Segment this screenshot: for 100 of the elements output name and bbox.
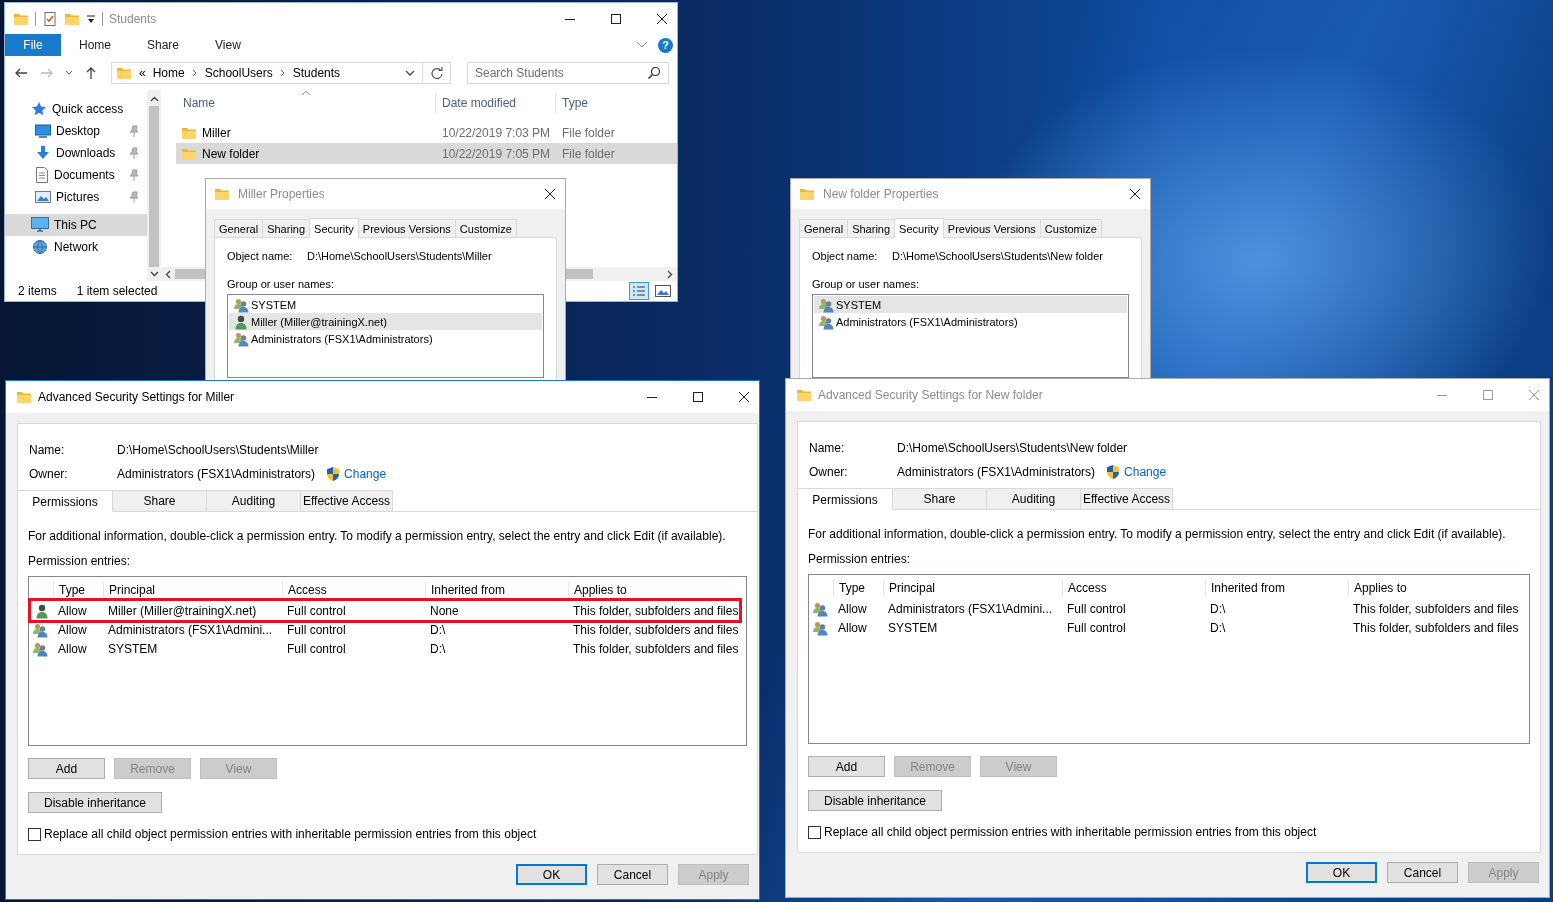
address-bar[interactable]: « Home SchoolUsers Students (111, 62, 451, 84)
tab[interactable]: Effective Access (300, 490, 393, 511)
list-item[interactable]: Miller (Miller@trainingX.net) (229, 313, 542, 330)
maximize-icon[interactable] (611, 13, 621, 24)
change-link[interactable]: Change (344, 467, 387, 481)
checkbox[interactable] (28, 827, 41, 841)
permission-table[interactable]: Type Principal Access Inherited from Applies to Allow Administrators (FSX1\Admini... Full control D:\ This folder, subfolders and files Allow SYSTEM Full control D:\ This folder, subfolders and files (808, 574, 1530, 744)
ribbon-tab[interactable]: Share (129, 34, 198, 56)
table-row[interactable]: Allow SYSTEM Full control D:\ This folder, subfolders and files (809, 618, 1529, 637)
column-header[interactable]: Name (179, 93, 436, 113)
pin-icon[interactable] (129, 169, 139, 181)
file-tab[interactable]: File (5, 34, 61, 56)
list-item[interactable]: SYSTEM (229, 296, 542, 313)
table-row[interactable]: Allow Administrators (FSX1\Admini... Full control D:\ This folder, subfolders and files (29, 620, 746, 639)
column-header[interactable]: Access (282, 581, 425, 599)
tab[interactable]: Customize (454, 219, 517, 237)
tab[interactable]: Security (894, 218, 944, 238)
list-box[interactable]: SYSTEM Administrators (FSX1\Administrators) (812, 294, 1129, 378)
nav-item[interactable]: Downloads (5, 142, 147, 164)
search-field[interactable]: Search Students (467, 62, 669, 84)
tab[interactable]: Permissions (18, 490, 113, 512)
scroll-up-icon[interactable] (149, 96, 159, 102)
breadcrumb-item[interactable]: Students (292, 66, 341, 80)
nav-item[interactable]: This PC (5, 214, 147, 236)
dialog-button[interactable]: OK (516, 864, 587, 885)
change-link[interactable]: Change (1124, 465, 1167, 479)
column-header[interactable]: Type (833, 579, 883, 597)
dialog-button[interactable]: Cancel (597, 864, 668, 885)
recent-dropdown-icon[interactable] (65, 70, 73, 76)
chevron-right-icon[interactable] (279, 69, 286, 77)
expand-ribbon-icon[interactable] (636, 41, 648, 49)
column-header[interactable]: Inherited from (425, 581, 568, 599)
dialog-button[interactable]: Cancel (1387, 862, 1458, 883)
permission-table[interactable] (28, 576, 747, 746)
close-icon[interactable] (1130, 189, 1140, 199)
inheritance-button[interactable]: Disable inheritance (808, 790, 942, 811)
ribbon-tab[interactable]: Home (61, 34, 129, 56)
scrollbar[interactable] (147, 90, 161, 281)
tab[interactable]: Share (892, 488, 987, 509)
table-row[interactable]: Allow SYSTEM Full control D:\ This folder, subfolders and files (29, 639, 746, 658)
refresh-icon[interactable] (430, 66, 444, 80)
column-header[interactable]: Access (1062, 579, 1205, 597)
column-header[interactable]: Type (53, 581, 103, 599)
nav-item[interactable]: Quick access (5, 98, 147, 120)
column-header[interactable]: Applies to (568, 581, 746, 599)
tab[interactable]: Share (112, 490, 207, 511)
list-item[interactable]: Administrators (FSX1\Administrators) (229, 330, 542, 347)
column-header[interactable]: Inherited from (1205, 579, 1348, 597)
file-row[interactable]: Miller 10/22/2019 7:03 PM File folder (176, 122, 677, 143)
column-header[interactable]: Principal (883, 579, 1062, 597)
column-header[interactable]: Date modified (436, 93, 556, 113)
tab[interactable]: Auditing (986, 488, 1081, 509)
list-item[interactable]: SYSTEM (814, 296, 1127, 313)
column-header[interactable]: Applies to (1348, 579, 1529, 597)
table-row[interactable]: Allow Miller (Miller@trainingX.net) Full control None This folder, subfolders and files (28, 598, 742, 623)
column-header[interactable]: Principal (103, 581, 282, 599)
help-button[interactable]: ? (658, 37, 673, 53)
close-icon[interactable] (739, 392, 749, 402)
close-icon[interactable] (657, 13, 667, 24)
breadcrumb-item[interactable]: Home (152, 66, 185, 80)
details-view-icon[interactable] (629, 282, 649, 300)
action-button[interactable]: Add (28, 758, 105, 779)
dropdown-icon[interactable] (405, 69, 415, 77)
nav-item[interactable]: Documents (5, 164, 147, 186)
pin-icon[interactable] (129, 191, 139, 203)
nav-item[interactable]: Desktop (5, 120, 147, 142)
tab[interactable]: Permissions (798, 488, 893, 510)
breadcrumb-overflow[interactable]: « (139, 66, 146, 80)
close-icon[interactable] (545, 189, 555, 199)
large-icons-view-icon[interactable] (655, 284, 671, 298)
checkbox[interactable] (808, 825, 821, 839)
dropdown-icon[interactable] (86, 12, 96, 25)
file-row[interactable]: New folder 10/22/2019 7:05 PM File folder (176, 143, 677, 164)
inheritance-button[interactable]: Disable inheritance (28, 792, 162, 813)
list-box[interactable]: SYSTEM Miller (Miller@trainingX.net) Administrators (FSX1\Administrators) (227, 294, 544, 378)
nav-item[interactable]: Network (5, 236, 147, 258)
column-header[interactable]: Type (556, 93, 677, 113)
checklist-icon[interactable] (42, 10, 58, 27)
action-button[interactable]: Add (808, 756, 885, 777)
scrollbar-thumb[interactable] (149, 106, 159, 267)
maximize-icon[interactable] (693, 392, 703, 402)
tab[interactable]: General (214, 219, 264, 237)
breadcrumb-item[interactable]: SchoolUsers (204, 66, 273, 80)
chevron-right-icon[interactable] (191, 69, 198, 77)
pin-icon[interactable] (129, 125, 139, 137)
tab[interactable]: Effective Access (1080, 488, 1173, 509)
search-icon[interactable] (647, 66, 661, 80)
scroll-down-icon[interactable] (149, 271, 159, 277)
tab[interactable]: Security (309, 218, 359, 238)
ribbon-tab[interactable]: View (197, 34, 259, 56)
tab[interactable]: Customize (1039, 219, 1102, 237)
table-row[interactable]: Allow Administrators (FSX1\Admini... Full control D:\ This folder, subfolders and files (809, 599, 1529, 618)
scroll-left-icon[interactable] (165, 269, 171, 279)
nav-item[interactable]: Pictures (5, 186, 147, 208)
dialog-button[interactable]: OK (1306, 862, 1377, 883)
list-item[interactable]: Administrators (FSX1\Administrators) (814, 313, 1127, 330)
scroll-right-icon[interactable] (667, 269, 673, 279)
tab[interactable]: General (799, 219, 849, 237)
pin-icon[interactable] (129, 147, 139, 159)
tab[interactable]: Sharing (262, 219, 311, 237)
